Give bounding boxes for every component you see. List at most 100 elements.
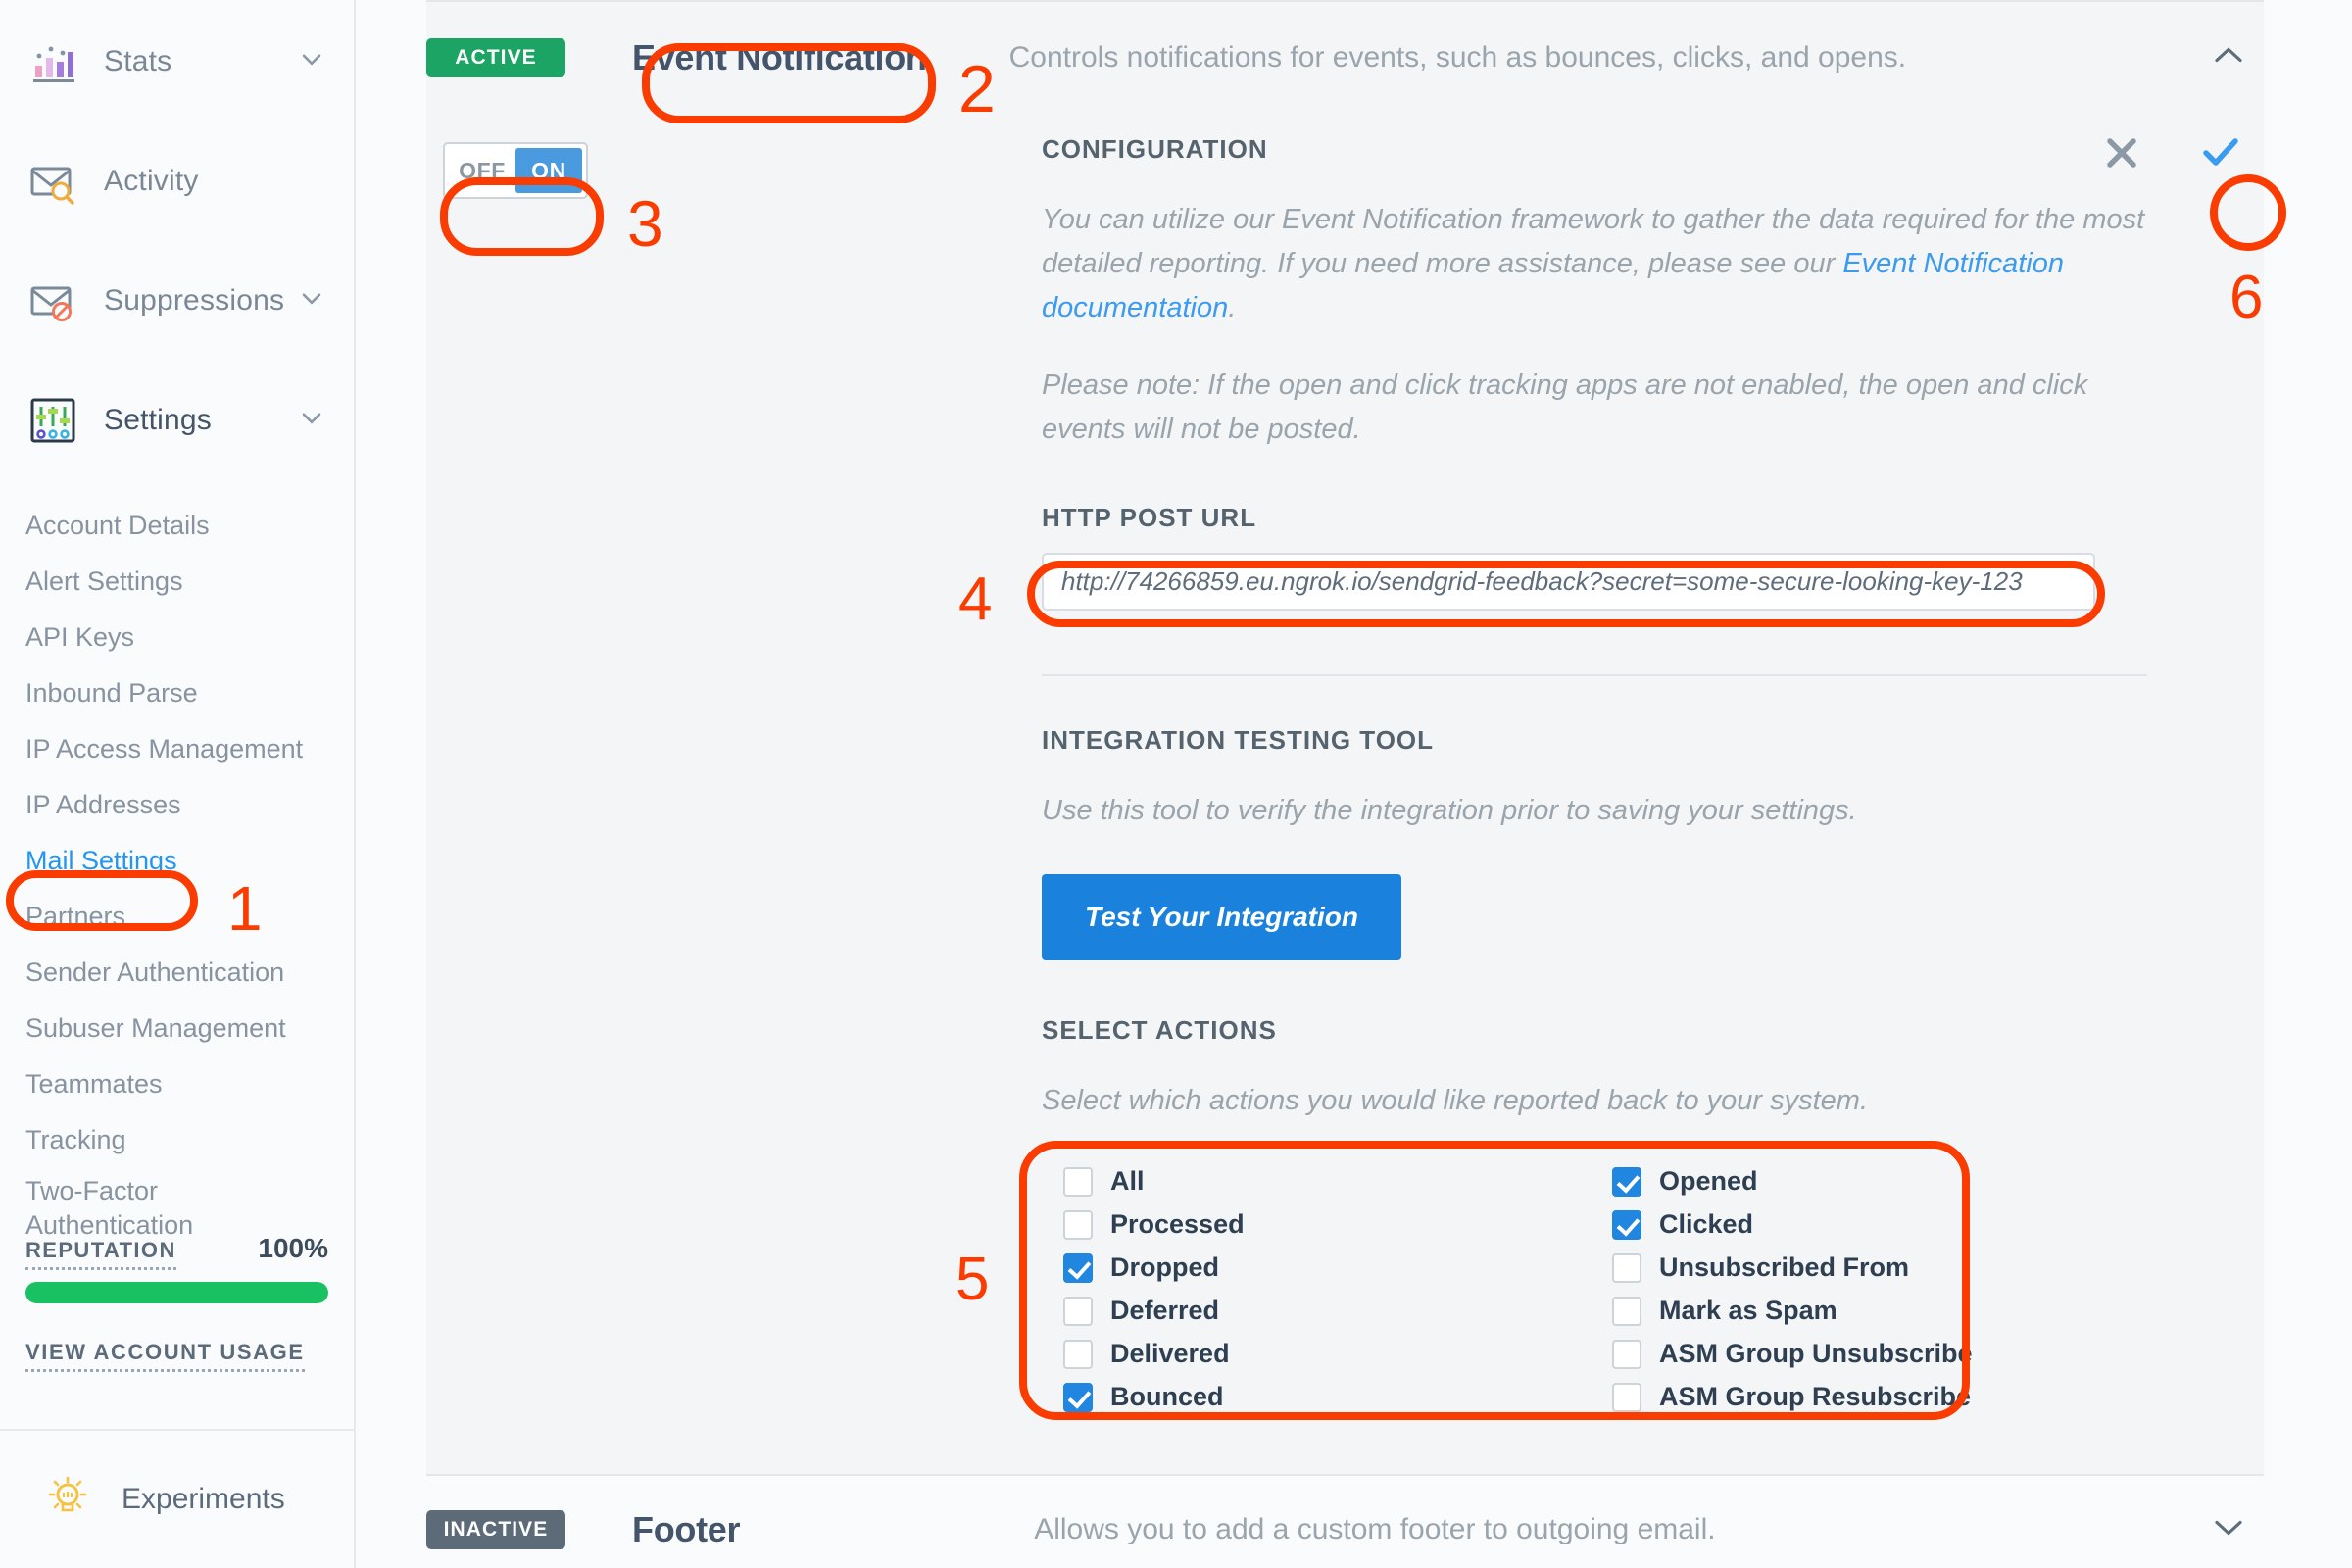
activity-icon <box>27 156 78 207</box>
sidebar-item-inbound-parse[interactable]: Inbound Parse <box>0 665 354 721</box>
checkbox-label: Deferred <box>1110 1296 1220 1326</box>
checkbox-row-delivered[interactable]: Delivered <box>1063 1335 1612 1374</box>
configuration-body: You can utilize our Event Notification f… <box>1042 198 2164 330</box>
checkbox-opened[interactable] <box>1612 1166 1642 1197</box>
view-account-usage-link[interactable]: VIEW ACCOUNT USAGE <box>25 1340 305 1372</box>
reputation-progress-fill <box>25 1282 328 1303</box>
event-notification-header[interactable]: ACTIVE Event Notification Controls notif… <box>426 2 2264 113</box>
checkbox-label: All <box>1110 1166 1145 1197</box>
close-x-icon[interactable] <box>2103 134 2140 176</box>
chevron-down-icon[interactable] <box>301 49 322 71</box>
sidebar-nav-settings[interactable]: Settings <box>0 361 354 480</box>
sidebar-item-label: Alert Settings <box>25 566 183 596</box>
checkbox-row-deferred[interactable]: Deferred <box>1063 1292 1612 1331</box>
reputation-progress-bar <box>25 1282 328 1303</box>
stats-icon <box>27 36 78 87</box>
sidebar-item-label: Inbound Parse <box>25 678 198 708</box>
configuration-body-suffix: . <box>1228 291 1237 323</box>
sidebar-nav-label: Settings <box>104 404 212 436</box>
checkbox-row-processed[interactable]: Processed <box>1063 1205 1612 1245</box>
integration-testing-heading: INTEGRATION TESTING TOOL <box>1042 724 1435 755</box>
checkbox-label: Delivered <box>1110 1339 1230 1369</box>
sidebar-item-partners[interactable]: Partners <box>0 889 354 945</box>
sidebar-item-subuser-management[interactable]: Subuser Management <box>0 1001 354 1056</box>
checkbox-bounced[interactable] <box>1063 1382 1093 1412</box>
chevron-down-icon[interactable] <box>301 408 322 429</box>
reputation-value: 100% <box>258 1233 328 1263</box>
sidebar-item-ip-access-management[interactable]: IP Access Management <box>0 721 354 777</box>
sidebar-item-label: IP Access Management <box>25 734 304 763</box>
sidebar-item-tracking[interactable]: Tracking <box>0 1112 354 1168</box>
checkbox-asm-group-resubscribe[interactable] <box>1612 1382 1642 1412</box>
status-badge-inactive: INACTIVE <box>426 1509 565 1549</box>
sidebar-item-alert-settings[interactable]: Alert Settings <box>0 554 354 610</box>
configuration-note: Please note: If the open and click track… <box>1042 368 2088 445</box>
checkbox-deferred[interactable] <box>1063 1296 1093 1326</box>
sidebar-item-teammates[interactable]: Teammates <box>0 1056 354 1112</box>
checkbox-row-clicked[interactable]: Clicked <box>1612 1205 1973 1245</box>
select-actions-grid: All Processed Dropped Deferred Delivered… <box>1042 1147 1973 1435</box>
toggle-on-option[interactable]: ON <box>515 148 582 193</box>
checkbox-all[interactable] <box>1063 1166 1093 1197</box>
configuration-heading: CONFIGURATION <box>1042 134 1268 164</box>
sidebar-item-label: Two-Factor Authentication <box>25 1176 194 1240</box>
app-root: Templates Stats <box>0 0 2352 1568</box>
test-integration-button[interactable]: Test Your Integration <box>1042 873 1401 960</box>
enable-toggle[interactable]: OFF ON <box>443 142 588 199</box>
sidebar-item-label: Partners <box>25 902 126 931</box>
experiments-button[interactable]: Experiments <box>0 1429 354 1568</box>
checkbox-delivered[interactable] <box>1063 1339 1093 1369</box>
select-actions-left-column: All Processed Dropped Deferred Delivered… <box>1063 1158 1612 1421</box>
sidebar-item-label: Account Details <box>25 511 210 540</box>
checkbox-row-asm-group-resubscribe[interactable]: ASM Group Resubscribe <box>1612 1378 1973 1417</box>
checkbox-label: Mark as Spam <box>1659 1296 1838 1326</box>
footer-setting-description: Allows you to add a custom footer to out… <box>1034 1512 1716 1545</box>
sidebar-nav-stats[interactable]: Stats <box>0 2 354 122</box>
select-actions-description: Select which actions you would like repo… <box>1042 1084 1869 1116</box>
sidebar-item-label: Mail Settings <box>25 846 177 875</box>
footer-setting-title: Footer <box>632 1508 741 1549</box>
chevron-down-icon[interactable] <box>301 288 322 310</box>
checkbox-row-bounced[interactable]: Bounced <box>1063 1378 1612 1417</box>
checkbox-row-dropped[interactable]: Dropped <box>1063 1249 1612 1288</box>
sidebar-item-label: API Keys <box>25 622 135 652</box>
chevron-down-icon[interactable] <box>2211 1515 2246 1544</box>
http-post-url-input[interactable]: http://74266859.eu.ngrok.io/sendgrid-fee… <box>1042 552 2095 611</box>
checkbox-mark-as-spam[interactable] <box>1612 1296 1642 1326</box>
experiments-label: Experiments <box>122 1483 285 1515</box>
sidebar-item-label: Subuser Management <box>25 1013 286 1043</box>
sidebar-item-api-keys[interactable]: API Keys <box>0 610 354 665</box>
sidebar-nav-suppressions[interactable]: Suppressions <box>0 241 354 361</box>
sidebar-item-account-details[interactable]: Account Details <box>0 498 354 554</box>
sidebar-nav-activity[interactable]: Activity <box>0 122 354 241</box>
checkbox-row-unsubscribed-from[interactable]: Unsubscribed From <box>1612 1249 1973 1288</box>
sidebar-scroll-area: Templates Stats <box>0 0 354 1429</box>
checkbox-row-asm-group-unsubscribe[interactable]: ASM Group Unsubscribe <box>1612 1335 1973 1374</box>
checkbox-processed[interactable] <box>1063 1209 1093 1240</box>
checkbox-label: ASM Group Unsubscribe <box>1659 1339 1973 1369</box>
sidebar-item-label: Tracking <box>25 1125 126 1154</box>
checkbox-row-mark-as-spam[interactable]: Mark as Spam <box>1612 1292 1973 1331</box>
sidebar-item-ip-addresses[interactable]: IP Addresses <box>0 777 354 833</box>
check-icon[interactable] <box>2199 134 2242 176</box>
checkbox-row-all[interactable]: All <box>1063 1162 1612 1201</box>
toggle-off-option[interactable]: OFF <box>449 148 515 193</box>
sidebar-item-mail-settings[interactable]: Mail Settings <box>0 833 354 889</box>
enable-toggle-wrap: OFF ON <box>443 142 588 199</box>
event-notification-description: Controls notifications for events, such … <box>1008 40 1907 74</box>
checkbox-unsubscribed-from[interactable] <box>1612 1252 1642 1283</box>
main-content: ACTIVE Event Notification Controls notif… <box>356 0 2352 1568</box>
configuration-content: CONFIGURATION You can utilize our Event … <box>1042 113 2164 1435</box>
chevron-up-icon[interactable] <box>2211 43 2246 72</box>
reputation-label[interactable]: REPUTATION <box>25 1238 176 1270</box>
select-actions-right-column: Opened Clicked Unsubscribed From Mark as… <box>1612 1158 1973 1421</box>
checkbox-dropped[interactable] <box>1063 1252 1093 1283</box>
footer-setting-header[interactable]: INACTIVE Footer Allows you to add a cust… <box>426 1475 2264 1568</box>
checkbox-clicked[interactable] <box>1612 1209 1642 1240</box>
checkbox-label: Bounced <box>1110 1382 1224 1412</box>
sidebar-nav-label: Suppressions <box>104 284 285 317</box>
checkbox-asm-group-unsubscribe[interactable] <box>1612 1339 1642 1369</box>
sidebar-item-sender-authentication[interactable]: Sender Authentication <box>0 945 354 1001</box>
checkbox-row-opened[interactable]: Opened <box>1612 1162 1973 1201</box>
event-notification-panel: ACTIVE Event Notification Controls notif… <box>426 0 2264 1474</box>
